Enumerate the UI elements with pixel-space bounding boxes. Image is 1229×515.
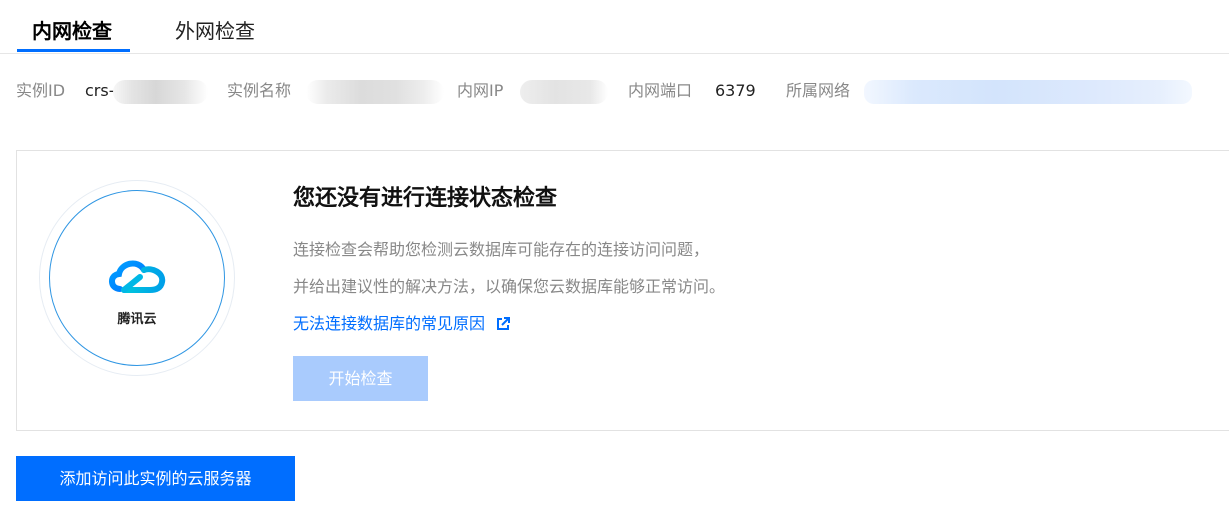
private-port-value: 6379 [715, 81, 756, 100]
instance-name-label: 实例名称 [227, 81, 292, 100]
active-tab-indicator [17, 49, 130, 52]
logo-text: 腾讯云 [117, 312, 157, 327]
instance-id-redacted [113, 80, 208, 104]
card-title: 您还没有进行连接状态检查 [293, 186, 558, 211]
private-ip-label: 内网IP [457, 81, 504, 100]
description-line-1: 连接检查会帮助您检测云数据库可能存在的连接访问问题， [293, 240, 710, 259]
logo-circle-inner: 腾讯云 [49, 190, 225, 366]
tab-private-network-check[interactable]: 内网检查 [32, 18, 112, 44]
external-link-icon[interactable] [496, 317, 511, 331]
description-line-2: 并给出建议性的解决方法，以确保您云数据库能够正常访问。 [293, 277, 726, 296]
instance-name-redacted [306, 80, 444, 104]
tencent-cloud-logo-icon [109, 260, 166, 293]
instance-id-value: crs- [85, 81, 115, 100]
tab-bar: 内网检查 外网检查 [0, 0, 1229, 54]
start-check-button[interactable]: 开始检查 [293, 356, 428, 401]
network-label: 所属网络 [786, 81, 851, 100]
instance-id-label: 实例ID [16, 81, 66, 100]
faq-link-text[interactable]: 无法连接数据库的常见原因 [293, 314, 485, 333]
private-port-label: 内网端口 [628, 81, 693, 100]
add-cvm-button[interactable]: 添加访问此实例的云服务器 [16, 456, 295, 501]
logo-circle: 腾讯云 [39, 180, 235, 376]
faq-link[interactable]: 无法连接数据库的常见原因 [293, 313, 511, 335]
tab-public-network-check[interactable]: 外网检查 [175, 18, 255, 44]
private-ip-redacted [520, 80, 608, 104]
connection-check-page: 内网检查 外网检查 实例ID crs- 实例名称 内网IP 内网端口 6379 … [0, 0, 1229, 515]
instance-info-row: 实例ID crs- 实例名称 内网IP 内网端口 6379 所属网络 [0, 80, 1229, 104]
network-redacted [864, 80, 1192, 104]
connection-check-card: 腾讯云 您还没有进行连接状态检查 连接检查会帮助您检测云数据库可能存在的连接访问… [16, 150, 1229, 431]
